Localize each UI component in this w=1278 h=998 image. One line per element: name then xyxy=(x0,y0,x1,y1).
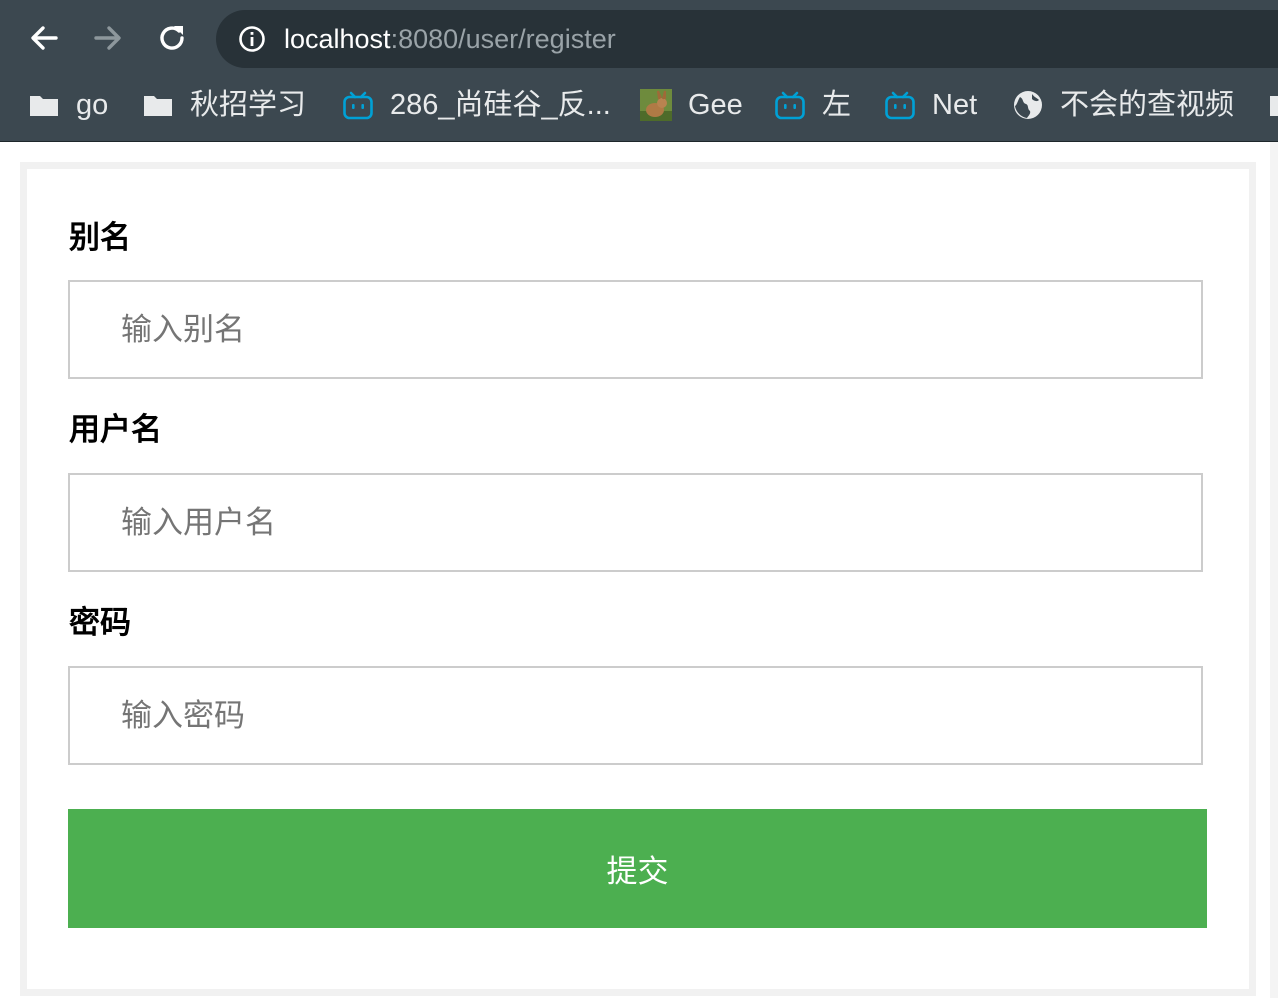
bookmark-net[interactable]: Net xyxy=(884,84,977,126)
register-form: 别名 用户名 密码 提交 xyxy=(20,162,1256,996)
bookmark-go[interactable]: go xyxy=(28,84,108,126)
bilibili-icon xyxy=(343,91,373,120)
browser-toolbar: localhost:8080/user/register go 秋招学习 286… xyxy=(0,0,1278,141)
bilibili-icon xyxy=(775,91,805,120)
folder-icon xyxy=(30,96,58,116)
globe-icon xyxy=(1014,91,1042,119)
password-input[interactable] xyxy=(68,666,1203,765)
bookmarks-bar: go 秋招学习 286_尚硅谷_反... Gee 左 Net 不会的查视频 xyxy=(0,80,1278,130)
alias-input[interactable] xyxy=(68,280,1203,379)
submit-button[interactable]: 提交 xyxy=(68,809,1207,928)
username-input[interactable] xyxy=(68,473,1203,572)
page-scrollbar[interactable] xyxy=(1270,142,1278,998)
url-path: :8080/user/register xyxy=(390,24,616,54)
back-button[interactable] xyxy=(20,14,68,62)
bookmark-gee[interactable]: Gee xyxy=(640,84,743,126)
bookmark-qiuzhao[interactable]: 秋招学习 xyxy=(142,84,306,126)
bookmark-overflow[interactable] xyxy=(1268,84,1278,126)
bookmark-label: Net xyxy=(932,89,978,121)
url-host: localhost xyxy=(284,24,391,54)
url-text: localhost:8080/user/register xyxy=(284,22,616,56)
bookmark-label: 286_尚硅谷_反... xyxy=(390,89,611,121)
folder-icon xyxy=(1270,96,1278,116)
bookmark-label: 秋招学习 xyxy=(190,89,307,121)
bookmark-label: go xyxy=(76,89,109,121)
arrow-right-icon xyxy=(94,26,121,50)
bookmark-video[interactable]: 不会的查视频 xyxy=(1012,84,1234,126)
bookmark-label: 不会的查视频 xyxy=(1060,89,1235,121)
bookmark-label: 左 xyxy=(822,89,852,121)
alias-label: 别名 xyxy=(69,220,131,256)
rabbit-favicon xyxy=(640,89,672,121)
bilibili-icon xyxy=(885,91,915,120)
address-bar[interactable]: localhost:8080/user/register xyxy=(216,10,1278,68)
arrow-left-icon xyxy=(31,26,58,50)
toolbar-divider xyxy=(0,141,1278,142)
forward-button[interactable] xyxy=(84,14,132,62)
reload-icon xyxy=(160,26,184,50)
bookmark-label: Gee xyxy=(688,89,743,121)
reload-button[interactable] xyxy=(148,14,196,62)
folder-icon xyxy=(144,96,172,116)
password-label: 密码 xyxy=(69,605,131,641)
bookmark-286[interactable]: 286_尚硅谷_反... xyxy=(342,84,611,126)
info-icon[interactable] xyxy=(238,25,266,53)
username-label: 用户名 xyxy=(69,412,162,448)
bookmark-zuo[interactable]: 左 xyxy=(774,84,851,126)
